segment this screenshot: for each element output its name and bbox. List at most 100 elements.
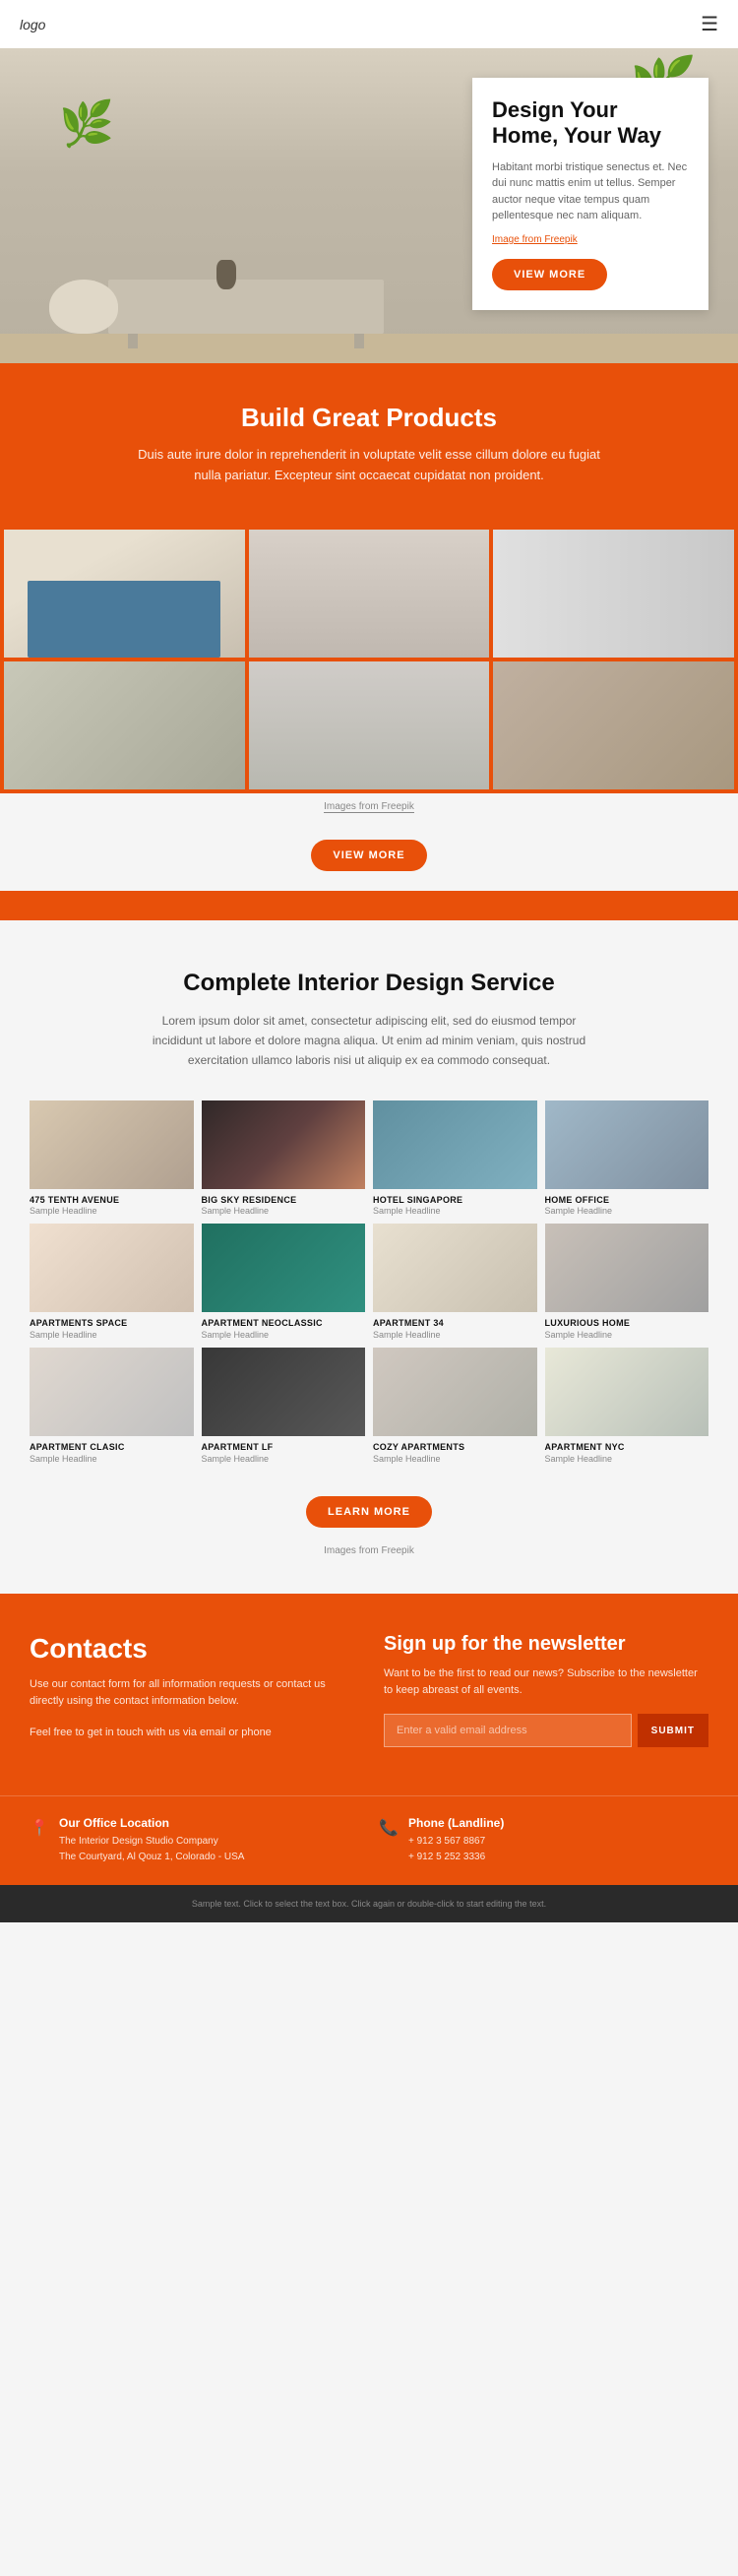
- portfolio-img-10: [202, 1348, 366, 1436]
- portfolio-title-1: 475 TENTH AVENUE: [30, 1195, 194, 1207]
- contacts-note: Feel free to get in touch with us via em…: [30, 1725, 354, 1742]
- phone-line-2: + 912 5 252 3336: [408, 1850, 504, 1865]
- hero-card: Design Your Home, Your Way Habitant morb…: [472, 78, 708, 310]
- portfolio-img-11: [373, 1348, 537, 1436]
- office-details: Our Office Location The Interior Design …: [59, 1816, 244, 1865]
- portfolio-title-4: HOME OFFICE: [545, 1195, 709, 1207]
- portfolio-sub-2: Sample Headline: [202, 1206, 366, 1216]
- newsletter-title: Sign up for the newsletter: [384, 1633, 708, 1656]
- image-grid: [0, 526, 738, 793]
- portfolio-title-9: APARTMENT CLASIC: [30, 1442, 194, 1454]
- contact-info-row: 📍 Our Office Location The Interior Desig…: [0, 1795, 738, 1885]
- portfolio-img-1: [30, 1100, 194, 1189]
- grid-freepik-note: Images from Freepik: [0, 793, 738, 820]
- contacts-grid: Contacts Use our contact form for all in…: [30, 1633, 708, 1756]
- grid-image-4: [4, 661, 245, 789]
- floor: [0, 334, 738, 363]
- portfolio-sub-3: Sample Headline: [373, 1206, 537, 1216]
- portfolio-title-5: APARTMENTS SPACE: [30, 1318, 194, 1330]
- portfolio-item-12: APARTMENT NYC Sample Headline: [545, 1348, 709, 1464]
- portfolio-item-5: APARTMENTS SPACE Sample Headline: [30, 1224, 194, 1340]
- portfolio-title-10: APARTMENT LF: [202, 1442, 366, 1454]
- portfolio-row-1: 475 TENTH AVENUE Sample Headline BIG SKY…: [30, 1100, 708, 1217]
- contacts-title: Contacts: [30, 1633, 354, 1665]
- phone-title: Phone (Landline): [408, 1816, 504, 1830]
- portfolio-row-2: APARTMENTS SPACE Sample Headline APARTME…: [30, 1224, 708, 1340]
- portfolio-item-2: BIG SKY RESIDENCE Sample Headline: [202, 1100, 366, 1217]
- service-description: Lorem ipsum dolor sit amet, consectetur …: [148, 1011, 590, 1071]
- portfolio-sub-4: Sample Headline: [545, 1206, 709, 1216]
- contacts-section: Contacts Use our contact form for all in…: [0, 1594, 738, 1795]
- office-line-2: The Courtyard, Al Qouz 1, Colorado - USA: [59, 1850, 244, 1865]
- portfolio-img-5: [30, 1224, 194, 1312]
- portfolio-sub-1: Sample Headline: [30, 1206, 194, 1216]
- portfolio-sub-8: Sample Headline: [545, 1330, 709, 1340]
- portfolio-item-9: APARTMENT CLASIC Sample Headline: [30, 1348, 194, 1464]
- contacts-description: Use our contact form for all information…: [30, 1676, 354, 1711]
- menu-icon[interactable]: ☰: [701, 12, 718, 36]
- portfolio-title-2: BIG SKY RESIDENCE: [202, 1195, 366, 1207]
- grid-image-5: [249, 661, 490, 789]
- portfolio-sub-6: Sample Headline: [202, 1330, 366, 1340]
- view-more-wrapper: VIEW MORE: [0, 820, 738, 891]
- portfolio-title-11: COZY APARTMENTS: [373, 1442, 537, 1454]
- office-location: 📍 Our Office Location The Interior Desig…: [30, 1816, 359, 1865]
- portfolio-sub-7: Sample Headline: [373, 1330, 537, 1340]
- hero-plant-left: 🌿: [59, 97, 114, 150]
- portfolio-img-6: [202, 1224, 366, 1312]
- grid-view-more-button[interactable]: VIEW MORE: [311, 840, 426, 871]
- logo: logo: [20, 17, 45, 32]
- grid-image-2: [249, 530, 490, 658]
- portfolio-row-3: APARTMENT CLASIC Sample Headline APARTME…: [30, 1348, 708, 1464]
- grid-image-3: [493, 530, 734, 658]
- header: logo ☰: [0, 0, 738, 48]
- hero-section: 🌿 Design Your Home, Your Way Habitant mo…: [0, 48, 738, 363]
- learn-more-button[interactable]: LEARN MORE: [306, 1496, 432, 1528]
- image-grid-section: Images from Freepik VIEW MORE: [0, 526, 738, 920]
- beanbag: [49, 280, 118, 334]
- grid-image-6: [493, 661, 734, 789]
- phone-icon: 📞: [379, 1818, 399, 1838]
- portfolio-title-12: APARTMENT NYC: [545, 1442, 709, 1454]
- phone-line-1: + 912 3 567 8867: [408, 1834, 504, 1850]
- submit-button[interactable]: SUBMIT: [638, 1714, 708, 1747]
- hero-freepik: Image from Freepik: [492, 232, 689, 247]
- newsletter-text: Want to be the first to read our news? S…: [384, 1665, 708, 1700]
- portfolio-item-1: 475 TENTH AVENUE Sample Headline: [30, 1100, 194, 1217]
- contacts-right: Sign up for the newsletter Want to be th…: [384, 1633, 708, 1756]
- vase: [216, 260, 236, 289]
- portfolio-sub-5: Sample Headline: [30, 1330, 194, 1340]
- hero-title: Design Your Home, Your Way: [492, 97, 689, 150]
- portfolio-item-7: APARTMENT 34 Sample Headline: [373, 1224, 537, 1340]
- portfolio-sub-10: Sample Headline: [202, 1454, 366, 1464]
- portfolio-img-7: [373, 1224, 537, 1312]
- portfolio-sub-11: Sample Headline: [373, 1454, 537, 1464]
- hero-view-more-button[interactable]: VIEW MORE: [492, 259, 607, 290]
- grid-image-1: [4, 530, 245, 658]
- bottom-footer: Sample text. Click to select the text bo…: [0, 1885, 738, 1922]
- build-description: Duis aute irure dolor in reprehenderit i…: [123, 445, 615, 486]
- portfolio-img-8: [545, 1224, 709, 1312]
- portfolio-item-6: APARTMENT NEOCLASSIC Sample Headline: [202, 1224, 366, 1340]
- sideboard: [108, 280, 384, 334]
- email-input[interactable]: [384, 1714, 632, 1747]
- portfolio-item-11: COZY APARTMENTS Sample Headline: [373, 1348, 537, 1464]
- phone-details: Phone (Landline) + 912 3 567 8867 + 912 …: [408, 1816, 504, 1865]
- portfolio-sub-12: Sample Headline: [545, 1454, 709, 1464]
- build-title: Build Great Products: [59, 403, 679, 433]
- portfolio-title-7: APARTMENT 34: [373, 1318, 537, 1330]
- office-line-1: The Interior Design Studio Company: [59, 1834, 244, 1850]
- newsletter-form: SUBMIT: [384, 1714, 708, 1747]
- service-section: Complete Interior Design Service Lorem i…: [0, 920, 738, 1594]
- build-section: Build Great Products Duis aute irure dol…: [0, 363, 738, 526]
- portfolio-img-9: [30, 1348, 194, 1436]
- portfolio-item-3: HOTEL SINGAPORE Sample Headline: [373, 1100, 537, 1217]
- contacts-left: Contacts Use our contact form for all in…: [30, 1633, 354, 1756]
- office-title: Our Office Location: [59, 1816, 244, 1830]
- portfolio-img-4: [545, 1100, 709, 1189]
- portfolio-title-3: HOTEL SINGAPORE: [373, 1195, 537, 1207]
- portfolio-img-12: [545, 1348, 709, 1436]
- footer-text: Sample text. Click to select the text bo…: [20, 1897, 718, 1911]
- hero-description: Habitant morbi tristique senectus et. Ne…: [492, 159, 689, 224]
- portfolio-item-10: APARTMENT LF Sample Headline: [202, 1348, 366, 1464]
